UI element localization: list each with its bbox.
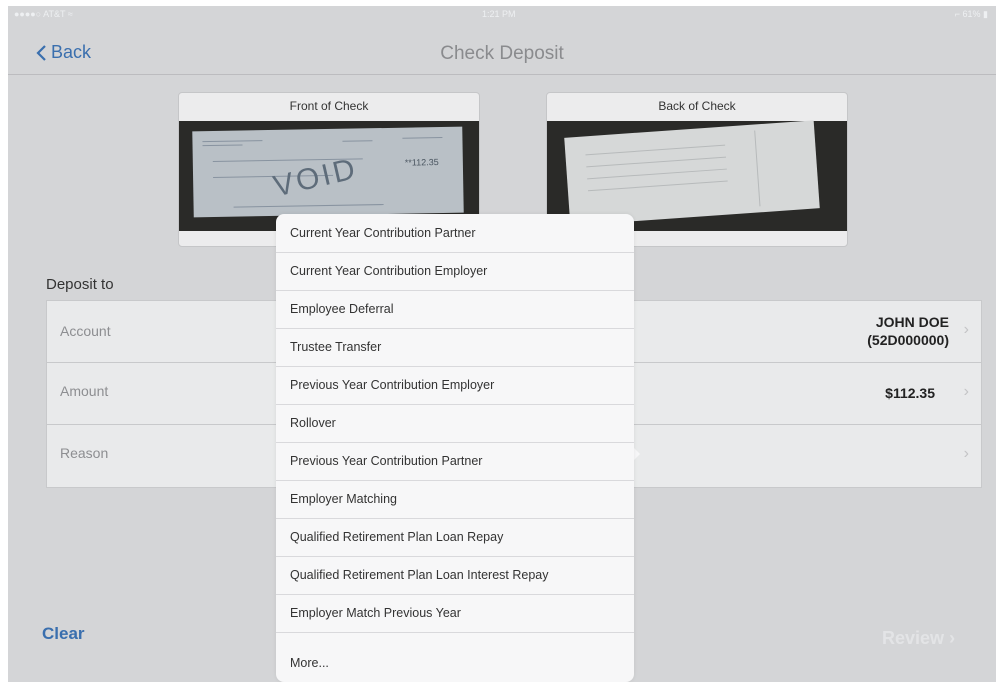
chevron-right-icon: › (963, 383, 969, 400)
reason-option-label: Current Year Contribution Employer (290, 264, 488, 278)
reason-option-label: Trustee Transfer (290, 340, 382, 354)
account-label: Account (60, 323, 111, 339)
account-holder-name: JOHN DOE (875, 314, 949, 330)
back-check-image (564, 120, 820, 226)
reason-popover: Current Year Contribution Partner Curren… (276, 214, 634, 682)
review-button-label: Review (882, 628, 945, 648)
front-check-image: **112.35 VOID (192, 126, 464, 218)
reason-option-label: Rollover (290, 416, 336, 430)
reason-option[interactable]: Current Year Contribution Partner (276, 214, 634, 253)
reason-option-label: Employer Matching (290, 492, 397, 506)
reason-label: Reason (60, 445, 109, 461)
account-value: JOHN DOE (52D000000) (867, 313, 949, 349)
reason-option[interactable]: Current Year Contribution Employer (276, 252, 634, 291)
reason-option-label: Qualified Retirement Plan Loan Repay (290, 530, 504, 544)
reason-option-label: Current Year Contribution Partner (290, 226, 476, 240)
reason-option[interactable]: Rollover (276, 404, 634, 443)
reason-option-label: Employer Match Previous Year (290, 606, 461, 620)
reason-option-label: Employee Deferral (290, 302, 394, 316)
front-of-check-label: Front of Check (289, 99, 369, 113)
reason-option-label: Previous Year Contribution Partner (290, 454, 483, 468)
navigation-bar: Back Check Deposit (8, 22, 996, 75)
check-amount-text: **112.35 (404, 157, 439, 168)
back-of-check-label: Back of Check (658, 99, 736, 113)
chevron-right-icon: › (963, 321, 969, 338)
deposit-to-heading: Deposit to (46, 276, 114, 293)
account-number: (52D000000) (867, 332, 949, 348)
reason-option[interactable]: Previous Year Contribution Employer (276, 366, 634, 405)
amount-value: $112.35 (885, 385, 935, 401)
reason-option[interactable]: Employee Deferral (276, 290, 634, 329)
reason-option[interactable]: Employer Match Previous Year (276, 594, 634, 633)
page-title: Check Deposit (440, 43, 564, 64)
reason-option-label: Previous Year Contribution Employer (290, 378, 495, 392)
amount-label: Amount (60, 383, 109, 399)
reason-option-label: More... (290, 656, 329, 670)
reason-option[interactable]: Trustee Transfer (276, 328, 634, 367)
review-button[interactable]: Review › (882, 628, 955, 649)
chevron-right-icon: › (949, 628, 956, 648)
carrier-signal: ●●●●○ AT&T ≈ (14, 9, 73, 19)
chevron-right-icon: › (963, 445, 969, 462)
reason-option[interactable]: Previous Year Contribution Partner (276, 442, 634, 481)
battery-indicator: ⌐ 61% ▮ (954, 9, 988, 19)
reason-option[interactable]: Qualified Retirement Plan Loan Interest … (276, 556, 634, 595)
reason-option-more[interactable]: More... (276, 632, 634, 670)
reason-option-label: Qualified Retirement Plan Loan Interest … (290, 568, 549, 582)
ipad-screen: ●●●●○ AT&T ≈ 1:21 PM ⌐ 61% ▮ Back Check … (8, 6, 996, 682)
clear-button[interactable]: Clear (42, 624, 85, 644)
status-bar: ●●●●○ AT&T ≈ 1:21 PM ⌐ 61% ▮ (8, 6, 996, 22)
status-time: 1:21 PM (482, 9, 516, 19)
reason-option[interactable]: Qualified Retirement Plan Loan Repay (276, 518, 634, 557)
reason-option[interactable]: Employer Matching (276, 480, 634, 519)
